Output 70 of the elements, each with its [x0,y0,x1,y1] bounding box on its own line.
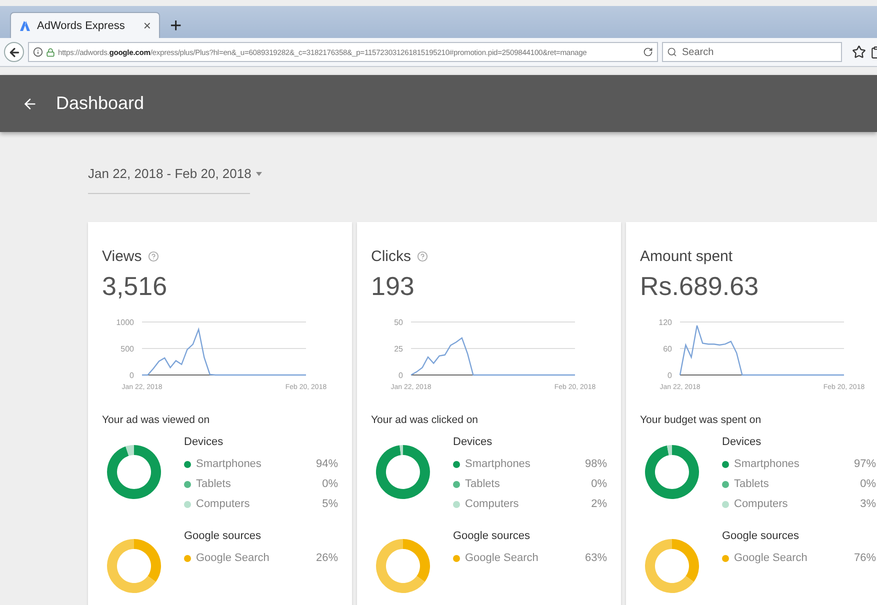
group-title: Google sources [184,530,262,542]
legend-label: Tablets [196,478,232,490]
legend-value: 97% [854,458,876,470]
metric-title: Views [102,248,142,265]
y-tick-label: 500 [120,344,134,354]
breakdown-title: Your ad was viewed on [102,414,211,426]
legend-value: 0% [322,478,338,490]
metric-title: Clicks [371,248,411,265]
new-tab-button[interactable]: + [166,16,186,38]
donut-drawing [644,538,700,594]
legend-label: Google Search [734,552,808,564]
back-button[interactable] [22,96,38,112]
search-icon [667,47,677,57]
page-title: Dashboard [56,93,144,114]
y-tick-label: 60 [663,344,672,354]
legend-label: Google Search [196,552,270,564]
donut-drawing [106,538,162,594]
legend-label: Tablets [465,478,501,490]
legend-label: Computers [465,498,520,510]
legend-value: 3% [860,498,876,510]
back-button[interactable] [4,42,24,62]
group-title: Google sources [453,530,532,542]
back-arrow-icon [8,46,20,58]
date-range-dropdown[interactable]: Jan 22, 2018 - Feb 20, 2018 [88,166,262,181]
y-tick-label: 120 [658,318,672,327]
bookmark-button[interactable] [852,45,866,59]
legend-value: 5% [322,498,338,510]
caret-icon [256,172,262,176]
metric-title: Amount spent [640,248,733,265]
legend-value: 26% [316,552,338,564]
legend-label: Computers [196,498,251,510]
lock-icon [46,48,55,56]
legend-label: Tablets [734,478,770,490]
legend-label: Smartphones [734,458,800,470]
reload-icon [643,47,653,57]
legend-value: 63% [584,552,607,564]
search-field[interactable]: Search [662,42,842,62]
legend-label: Computers [734,498,789,510]
legend-value: 76% [854,552,876,564]
logo-icon [19,20,31,32]
y-tick-label: 0 [130,371,134,380]
donut-drawing [375,538,431,594]
metric-value: 193 [371,271,416,302]
legend-label: Google Search [465,552,540,564]
y-tick-label: 50 [394,318,403,327]
group-title: Google sources [722,530,800,542]
group-title: Devices [184,436,224,448]
legend-value: 98% [584,458,607,470]
y-tick-label: 0 [668,371,672,380]
close-tab-button[interactable]: × [143,18,151,33]
breakdown-title: Your ad was clicked on [371,414,480,426]
legend-value: 0% [860,478,876,490]
legend-label: Smartphones [196,458,262,470]
legend-label: Smartphones [465,458,532,470]
group-title: Devices [453,436,494,448]
breakdown-title: Your budget was spent on [640,414,762,426]
legend-value: 0% [591,478,607,490]
y-tick-label: 1000 [116,318,134,327]
reload-button[interactable] [643,47,653,57]
legend-value: 2% [591,498,607,510]
y-tick-label: 0 [398,371,403,380]
metric-value: Rs.689.63 [640,271,760,302]
browser-tab[interactable]: AdWords Express × [10,12,160,38]
tab-title: AdWords Express [37,20,126,32]
star-icon [852,45,866,59]
info-icon [33,47,43,57]
legend-value: 94% [316,458,338,470]
group-title: Devices [722,436,762,448]
y-tick-label: 25 [394,344,403,354]
metric-value: 3,516 [102,271,168,302]
